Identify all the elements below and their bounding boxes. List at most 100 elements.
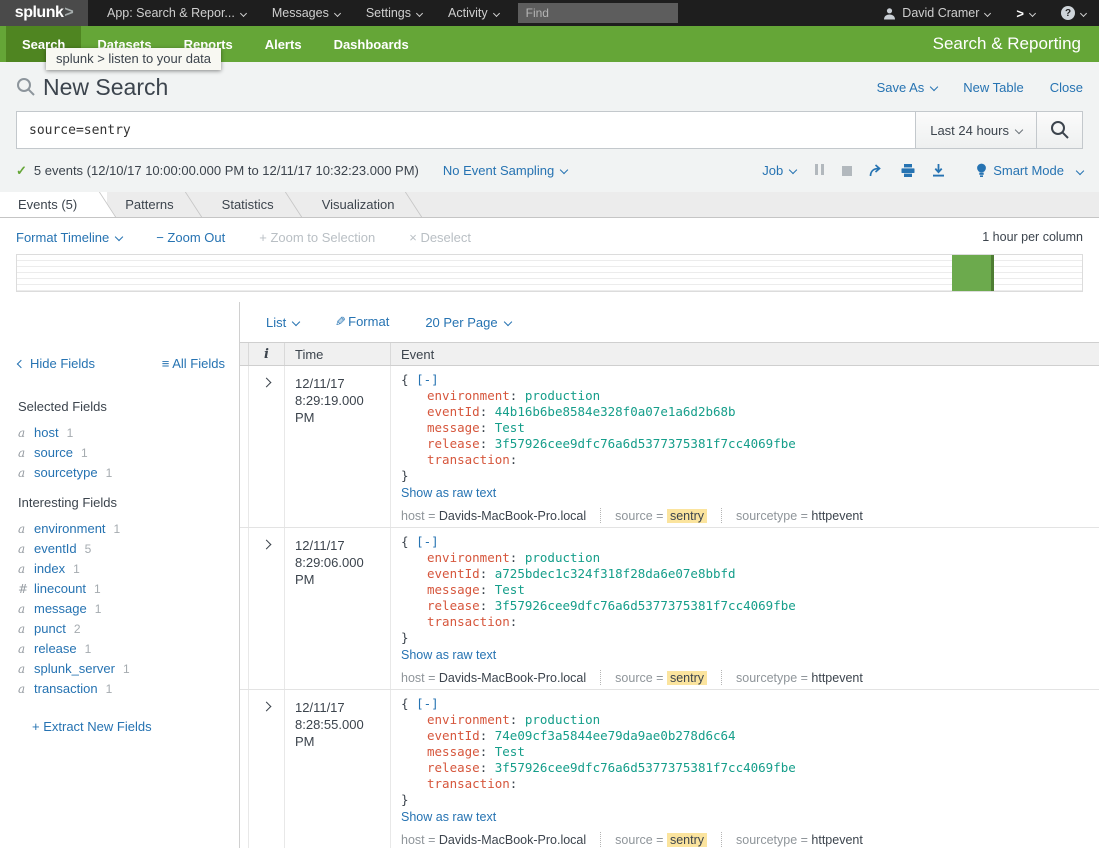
json-value: 3f57926cee9dfc76a6d5377375381f7cc4069fbe xyxy=(495,760,796,775)
all-fields-button[interactable]: ≡ All Fields xyxy=(162,356,225,371)
event-field-source[interactable]: source = sentry xyxy=(615,671,707,685)
new-table-button[interactable]: New Table xyxy=(963,80,1023,95)
zoom-to-selection-button[interactable]: + Zoom to Selection xyxy=(259,230,375,245)
print-button[interactable] xyxy=(901,164,915,177)
json-pair: eventId: a725bdec1c324f318f28da6e07e8bbf… xyxy=(401,566,1085,582)
help-menu[interactable]: ? xyxy=(1048,6,1099,20)
stop-job-button[interactable] xyxy=(842,166,852,176)
find-input[interactable] xyxy=(518,3,678,23)
help-icon: ? xyxy=(1061,6,1075,20)
event-field-host[interactable]: host = Davids-MacBook-Pro.local xyxy=(401,833,586,847)
event-time: 12/11/178:29:19.000 PM xyxy=(285,366,391,527)
json-key: release xyxy=(427,760,480,775)
field-link-host[interactable]: host xyxy=(34,425,59,441)
event-field-sourcetype[interactable]: sourcetype = httpevent xyxy=(736,833,863,847)
meta-equals: = xyxy=(425,671,439,685)
search-query-input[interactable] xyxy=(16,111,915,149)
event-field-sourcetype[interactable]: sourcetype = httpevent xyxy=(736,509,863,523)
json-value: 44b16b6be8584e328f0a07e1a6d2b68b xyxy=(495,404,736,419)
share-job-button[interactable] xyxy=(869,164,884,177)
event-field-source[interactable]: source = sentry xyxy=(615,509,707,523)
chevron-left-icon xyxy=(17,360,25,368)
splunk-logo[interactable]: splunk> xyxy=(0,0,88,26)
search-submit-button[interactable] xyxy=(1037,111,1083,149)
topbar-right: David Cramer > ? xyxy=(870,0,1099,26)
per-page-menu[interactable]: 20 Per Page xyxy=(425,315,510,330)
list-view-menu[interactable]: List xyxy=(266,315,299,330)
event-field-source[interactable]: source = sentry xyxy=(615,833,707,847)
field-link-source[interactable]: source xyxy=(34,445,73,461)
user-menu[interactable]: David Cramer xyxy=(870,6,1003,20)
expand-event-button[interactable] xyxy=(249,528,285,689)
chevron-down-icon xyxy=(984,9,991,16)
show-raw-text-link[interactable]: Show as raw text xyxy=(401,810,496,825)
time-range-picker[interactable]: Last 24 hours xyxy=(915,111,1037,149)
field-link-splunk_server[interactable]: splunk_server xyxy=(34,661,115,677)
event-sampling-menu[interactable]: No Event Sampling xyxy=(443,163,567,178)
json-key: release xyxy=(427,598,480,613)
field-row-message: amessage1 xyxy=(18,601,225,617)
event-field-host[interactable]: host = Davids-MacBook-Pro.local xyxy=(401,671,586,685)
zoom-out-button[interactable]: − Zoom Out xyxy=(156,230,225,245)
tab-statistics[interactable]: Statistics xyxy=(204,192,304,217)
search-tooltip: splunk > listen to your data xyxy=(46,48,221,70)
json-collapse-link[interactable]: [-] xyxy=(416,534,439,549)
event-time: 12/11/178:28:55.000 PM xyxy=(285,690,391,848)
tab-events-5[interactable]: Events (5) xyxy=(0,192,107,217)
timeline-bar[interactable] xyxy=(952,255,994,291)
job-menu[interactable]: Job xyxy=(762,163,796,178)
hide-fields-button[interactable]: Hide Fields xyxy=(18,356,95,371)
field-link-environment[interactable]: environment xyxy=(34,521,106,537)
show-raw-text-link[interactable]: Show as raw text xyxy=(401,486,496,501)
topbar-menu-0[interactable]: App: Search & Repor... xyxy=(94,0,259,26)
meta-field-value: Davids-MacBook-Pro.local xyxy=(439,509,586,523)
json-collapse-link[interactable]: [-] xyxy=(416,696,439,711)
nav-item-dashboards[interactable]: Dashboards xyxy=(318,26,425,62)
topbar-menu-1[interactable]: Messages xyxy=(259,0,353,26)
field-link-linecount[interactable]: linecount xyxy=(34,581,86,597)
pause-job-button[interactable] xyxy=(813,163,825,178)
field-link-index[interactable]: index xyxy=(34,561,65,577)
field-link-eventId[interactable]: eventId xyxy=(34,541,77,557)
timeline-histogram[interactable] xyxy=(16,254,1083,292)
json-colon: : xyxy=(510,614,518,629)
topbar-menu-3[interactable]: Activity xyxy=(435,0,512,26)
field-type-icon: a xyxy=(18,541,34,557)
json-key: eventId xyxy=(427,728,480,743)
meta-field-label: sourcetype xyxy=(736,509,797,523)
tab-patterns[interactable]: Patterns xyxy=(107,192,203,217)
expand-event-button[interactable] xyxy=(249,690,285,848)
expand-event-button[interactable] xyxy=(249,366,285,527)
json-collapse-link[interactable]: [-] xyxy=(416,372,439,387)
event-field-sourcetype[interactable]: sourcetype = httpevent xyxy=(736,671,863,685)
nav-item-alerts[interactable]: Alerts xyxy=(249,26,318,62)
format-timeline-menu[interactable]: Format Timeline xyxy=(16,230,122,245)
field-link-release[interactable]: release xyxy=(34,641,77,657)
export-button[interactable] xyxy=(932,164,945,177)
save-as-menu[interactable]: Save As xyxy=(877,80,938,95)
events-main: List ✎Format 20 Per Page i Time Event 12… xyxy=(240,302,1099,848)
nav-item-label: Dashboards xyxy=(334,37,409,52)
tab-visualization[interactable]: Visualization xyxy=(304,192,425,217)
deselect-button[interactable]: × Deselect xyxy=(409,230,471,245)
field-type-icon: a xyxy=(18,445,34,461)
field-link-message[interactable]: message xyxy=(34,601,87,617)
format-results-menu[interactable]: ✎Format xyxy=(335,314,389,330)
json-colon: : xyxy=(480,728,495,743)
field-type-icon: a xyxy=(18,661,34,677)
show-raw-text-link[interactable]: Show as raw text xyxy=(401,648,496,663)
json-pair: environment: production xyxy=(401,550,1085,566)
event-row-0: 12/11/178:29:19.000 PM{ [-]environment: … xyxy=(240,366,1099,528)
events-table-header: i Time Event xyxy=(240,342,1099,366)
activity-shortcuts-menu[interactable]: > xyxy=(1003,6,1048,21)
search-mode-menu[interactable]: Smart Mode xyxy=(976,163,1083,178)
close-button[interactable]: Close xyxy=(1050,80,1083,95)
event-field-host[interactable]: host = Davids-MacBook-Pro.local xyxy=(401,509,586,523)
x-icon: × xyxy=(409,230,420,245)
field-type-icon: a xyxy=(18,465,34,481)
extract-new-fields-link[interactable]: + Extract New Fields xyxy=(32,719,152,734)
topbar-menu-2[interactable]: Settings xyxy=(353,0,435,26)
field-link-transaction[interactable]: transaction xyxy=(34,681,98,697)
field-link-punct[interactable]: punct xyxy=(34,621,66,637)
field-link-sourcetype[interactable]: sourcetype xyxy=(34,465,98,481)
